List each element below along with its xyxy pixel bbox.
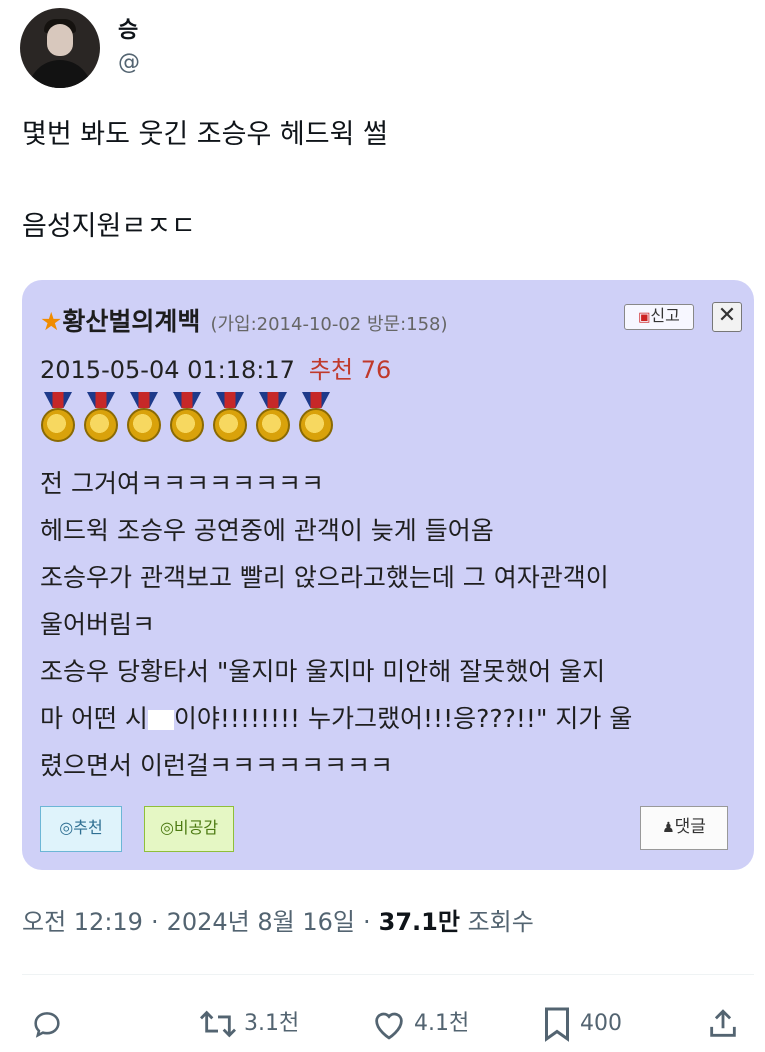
- action-bar: 3.1천 4.1천 400: [22, 1000, 754, 1048]
- post-line: 헤드윅 조승우 공연중에 관객이 늦게 들어옴: [40, 516, 494, 545]
- medal-icon: [212, 392, 248, 444]
- censor-block: [147, 710, 174, 730]
- attached-image-card[interactable]: ★황산벌의계백 (가입:2014-10-02 방문:158) ▣신고 ✕ 2015…: [22, 280, 754, 870]
- retweet-icon: [199, 1010, 237, 1038]
- bookmark-button[interactable]: 400: [540, 1004, 622, 1044]
- medal-icon: [298, 392, 334, 444]
- post-datetime-line: 2015-05-04 01:18:17 추천 76: [40, 350, 391, 385]
- views-count: 37.1만: [378, 908, 460, 936]
- tweet-date[interactable]: 2024년 8월 16일: [167, 908, 355, 936]
- post-header: ★황산벌의계백 (가입:2014-10-02 방문:158) ▣신고 ✕: [40, 302, 742, 338]
- bookmark-icon: [545, 1007, 569, 1042]
- author-name[interactable]: 승: [118, 12, 138, 44]
- recommend-count: 추천 76: [308, 356, 392, 384]
- tweet-header: 승 @: [20, 8, 740, 88]
- join-info: (가입:2014-10-02 방문:158): [210, 314, 448, 335]
- post-line: 마 어떤 시 이야!!!!!!!! 누가그랬어!!!응???!!" 지가 울: [40, 704, 633, 733]
- share-icon: [710, 1009, 736, 1037]
- tweet-line: 음성지원ㄹㅈㄷ: [22, 211, 196, 242]
- medal-icon: [169, 392, 205, 444]
- comment-person-icon: ♟: [662, 820, 675, 836]
- retweet-button[interactable]: 3.1천: [198, 1004, 299, 1044]
- star-icon: ★: [40, 307, 63, 336]
- medal-icon: [126, 392, 162, 444]
- medal-row: [40, 392, 340, 444]
- post-body: 전 그거여ㅋㅋㅋㅋㅋㅋㅋㅋ 헤드윅 조승우 공연중에 관객이 늦게 들어옴 조승…: [40, 460, 730, 789]
- views-label: 조회수: [467, 908, 534, 936]
- post-line: 전 그거여ㅋㅋㅋㅋㅋㅋㅋㅋ: [40, 469, 324, 498]
- medal-icon: [40, 392, 76, 444]
- tweet-time[interactable]: 오전 12:19: [22, 908, 143, 936]
- recommend-button: ◎추천: [40, 806, 122, 852]
- tweet-line: 몇번 봐도 웃긴 조승우 헤드윅 썰: [22, 119, 388, 150]
- tweet-text: 몇번 봐도 웃긴 조승우 헤드윅 썰 음성지원ㄹㅈㄷ: [22, 112, 742, 250]
- close-icon: ✕: [712, 302, 742, 332]
- medal-icon: [83, 392, 119, 444]
- reply-icon: [34, 1012, 60, 1038]
- like-button[interactable]: 4.1천: [370, 1004, 469, 1044]
- heart-icon: [375, 1012, 403, 1040]
- reply-button[interactable]: [30, 1004, 64, 1044]
- medal-icon: [255, 392, 291, 444]
- post-datetime: 2015-05-04 01:18:17: [40, 356, 295, 384]
- post-line: 울어버림ㅋ: [40, 610, 156, 639]
- post-line: 렸으면서 이런걸ㅋㅋㅋㅋㅋㅋㅋㅋ: [40, 751, 393, 780]
- nickname: 황산벌의계백: [62, 307, 201, 336]
- post-line: 조승우가 관객보고 빨리 앉으라고했는데 그 여자관객이: [40, 563, 609, 592]
- disagree-button: ◎비공감: [144, 806, 234, 852]
- tweet-meta: 오전 12:19 · 2024년 8월 16일 · 37.1만 조회수: [22, 908, 534, 936]
- printer-icon: ▣: [638, 310, 651, 325]
- comment-button: ♟댓글: [640, 806, 728, 850]
- report-button: ▣신고: [624, 304, 694, 330]
- avatar[interactable]: [20, 8, 100, 88]
- post-line: 조승우 당황타서 "울지마 울지마 미안해 잘못했어 울지: [40, 657, 606, 686]
- divider: [22, 974, 754, 975]
- share-button[interactable]: [706, 1004, 740, 1044]
- author-handle[interactable]: @: [118, 50, 140, 75]
